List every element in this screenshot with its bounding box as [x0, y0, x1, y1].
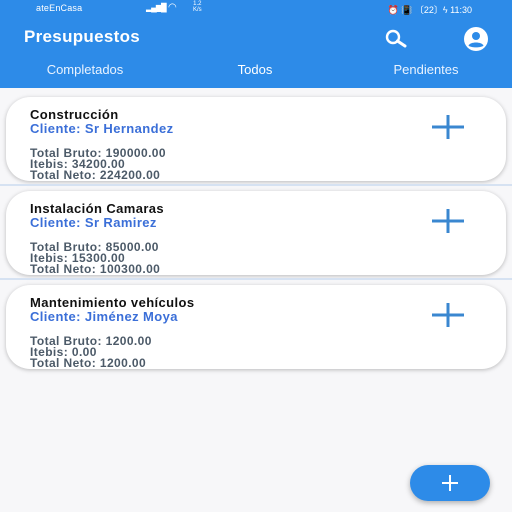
tab-todos[interactable]: Todos	[170, 62, 340, 88]
tab-pendientes[interactable]: Pendientes	[340, 62, 512, 88]
budget-card[interactable]: Instalación Camaras Cliente: Sr Ramirez …	[6, 191, 506, 275]
divider	[0, 184, 512, 186]
budget-name: Instalación Camaras	[30, 201, 165, 216]
budget-client: Cliente: Sr Ramirez	[30, 215, 157, 230]
plus-icon[interactable]	[432, 303, 464, 327]
budget-card[interactable]: Mantenimiento vehículos Cliente: Jiménez…	[6, 285, 506, 369]
app-bar: Presupuestos Completados Todos Pendiente…	[0, 18, 512, 88]
status-bar: ateEnCasa ▂▄▆█ ◠ 1.2 K/s ⏰ 📳 〔22〕ϟ 11:30	[0, 0, 512, 18]
plus-icon	[442, 475, 458, 491]
network-speed: 1.2 K/s	[193, 1, 202, 13]
status-right: ⏰ 📳 〔22〕ϟ 11:30	[387, 5, 472, 15]
network-speed-unit: K/s	[193, 7, 202, 13]
add-budget-button[interactable]	[410, 465, 490, 501]
wifi-icon: ◠	[168, 2, 177, 13]
budget-name: Mantenimiento vehículos	[30, 295, 195, 310]
budget-total-neto: Total Neto: 1200.00	[30, 356, 147, 370]
search-icon[interactable]	[383, 29, 409, 49]
budget-total-neto: Total Neto: 100300.00	[30, 262, 161, 276]
page-title: Presupuestos	[24, 27, 141, 46]
tab-bar: Completados Todos Pendientes	[0, 62, 512, 88]
divider	[0, 278, 512, 280]
carrier-label: ateEnCasa	[36, 3, 83, 13]
budget-client: Cliente: Jiménez Moya	[30, 309, 178, 324]
plus-icon[interactable]	[432, 209, 464, 233]
signal-icon: ▂▄▆█	[146, 3, 167, 12]
budget-card[interactable]: Construcción Cliente: Sr Hernandez Total…	[6, 97, 506, 181]
account-icon[interactable]	[463, 26, 489, 52]
budget-name: Construcción	[30, 107, 119, 122]
tab-completados[interactable]: Completados	[0, 62, 170, 88]
budget-total-neto: Total Neto: 224200.00	[30, 168, 161, 182]
budget-client: Cliente: Sr Hernandez	[30, 121, 174, 136]
plus-icon[interactable]	[432, 115, 464, 139]
